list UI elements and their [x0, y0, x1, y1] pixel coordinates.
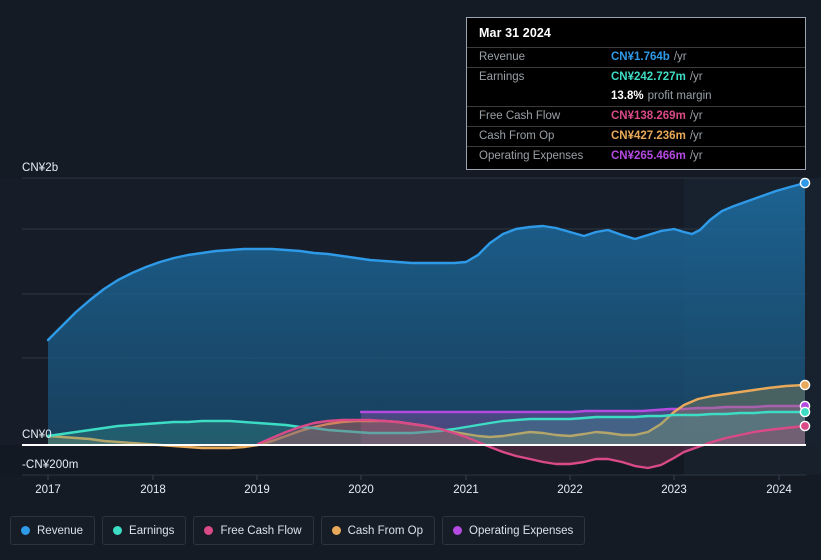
legend-color-dot-icon — [204, 526, 214, 535]
tooltip-row: Free Cash Flow CN¥138.269m/yr — [467, 106, 805, 126]
legend-item-label: Earnings — [129, 524, 175, 537]
legend-item-label: Free Cash Flow — [220, 524, 302, 537]
legend-item-label: Operating Expenses — [469, 524, 574, 537]
tooltip-row-unit: /yr — [673, 51, 687, 63]
x-axis-tick-label: 2020 — [348, 484, 374, 496]
legend-item-label: Revenue — [37, 524, 84, 537]
tooltip-row-value: CN¥265.466m — [611, 150, 686, 162]
x-axis-tick-label: 2017 — [35, 484, 61, 496]
tooltip-row-unit: /yr — [689, 150, 703, 162]
x-axis-tick-label: 2024 — [766, 484, 792, 496]
x-axis-tick-label: 2021 — [453, 484, 479, 496]
legend-item-operating-expenses[interactable]: Operating Expenses — [442, 516, 586, 545]
tooltip-row: Operating Expenses CN¥265.466m/yr — [467, 146, 805, 166]
tooltip-row: Earnings CN¥242.727m/yr — [467, 67, 805, 87]
tooltip-row-label: Cash From Op — [479, 130, 555, 142]
legend-item-label: Cash From Op — [347, 524, 424, 537]
tooltip-row: Cash From Op CN¥427.236m/yr — [467, 126, 805, 146]
y-axis-tick-label: CN¥0 — [22, 429, 52, 441]
tooltip-row-value: CN¥138.269m — [611, 110, 686, 122]
tooltip-row-value: CN¥427.236m — [611, 130, 686, 142]
legend-item-free-cash-flow[interactable]: Free Cash Flow — [193, 516, 314, 545]
tooltip-row-label: Revenue — [479, 51, 526, 63]
x-axis-tick-label: 2023 — [661, 484, 687, 496]
legend-color-dot-icon — [113, 526, 123, 535]
legend-item-cash-from-op[interactable]: Cash From Op — [320, 516, 436, 545]
legend-color-dot-icon — [453, 526, 463, 535]
tooltip-row-value: CN¥1.764b — [611, 51, 670, 63]
chart-legend[interactable]: Revenue Earnings Free Cash Flow Cash From O… — [10, 516, 586, 545]
tooltip-row-label: Operating Expenses — [479, 150, 584, 162]
tooltip-date: Mar 31 2024 — [479, 26, 551, 40]
legend-item-earnings[interactable]: Earnings — [102, 516, 187, 545]
tooltip-row-label: Free Cash Flow — [479, 110, 561, 122]
tooltip-row-unit: /yr — [689, 130, 703, 142]
x-axis-tick-label: 2022 — [557, 484, 583, 496]
tooltip-rows: Revenue CN¥1.764b/yr Earnings CN¥242.727m/y… — [467, 47, 805, 166]
legend-color-dot-icon — [21, 526, 30, 535]
legend-item-revenue[interactable]: Revenue — [10, 516, 96, 545]
y-axis-tick-label: CN¥2b — [22, 162, 59, 174]
x-axis-tick-label: 2018 — [140, 484, 166, 496]
chart-tooltip: Mar 31 2024 Revenue CN¥1.764b/yr Earnings C… — [466, 17, 806, 170]
tooltip-row-value: CN¥242.727m — [611, 71, 686, 83]
chart-page: CN¥2b CN¥0 -CN¥200m 2017 2018 2019 2020 2021 20… — [0, 0, 821, 560]
tooltip-row: Revenue CN¥1.764b/yr — [467, 47, 805, 67]
tooltip-row-unit: /yr — [689, 71, 703, 83]
tooltip-row-unit: /yr — [689, 110, 703, 122]
tooltip-row-label: Earnings — [479, 71, 525, 83]
tooltip-row: 13.8% profit margin — [467, 87, 805, 106]
tooltip-row-value: 13.8% — [611, 90, 644, 102]
x-axis-tick-label: 2019 — [244, 484, 270, 496]
y-axis-tick-label: -CN¥200m — [22, 459, 79, 471]
legend-color-dot-icon — [331, 526, 341, 535]
tooltip-row-unit: profit margin — [647, 90, 712, 102]
